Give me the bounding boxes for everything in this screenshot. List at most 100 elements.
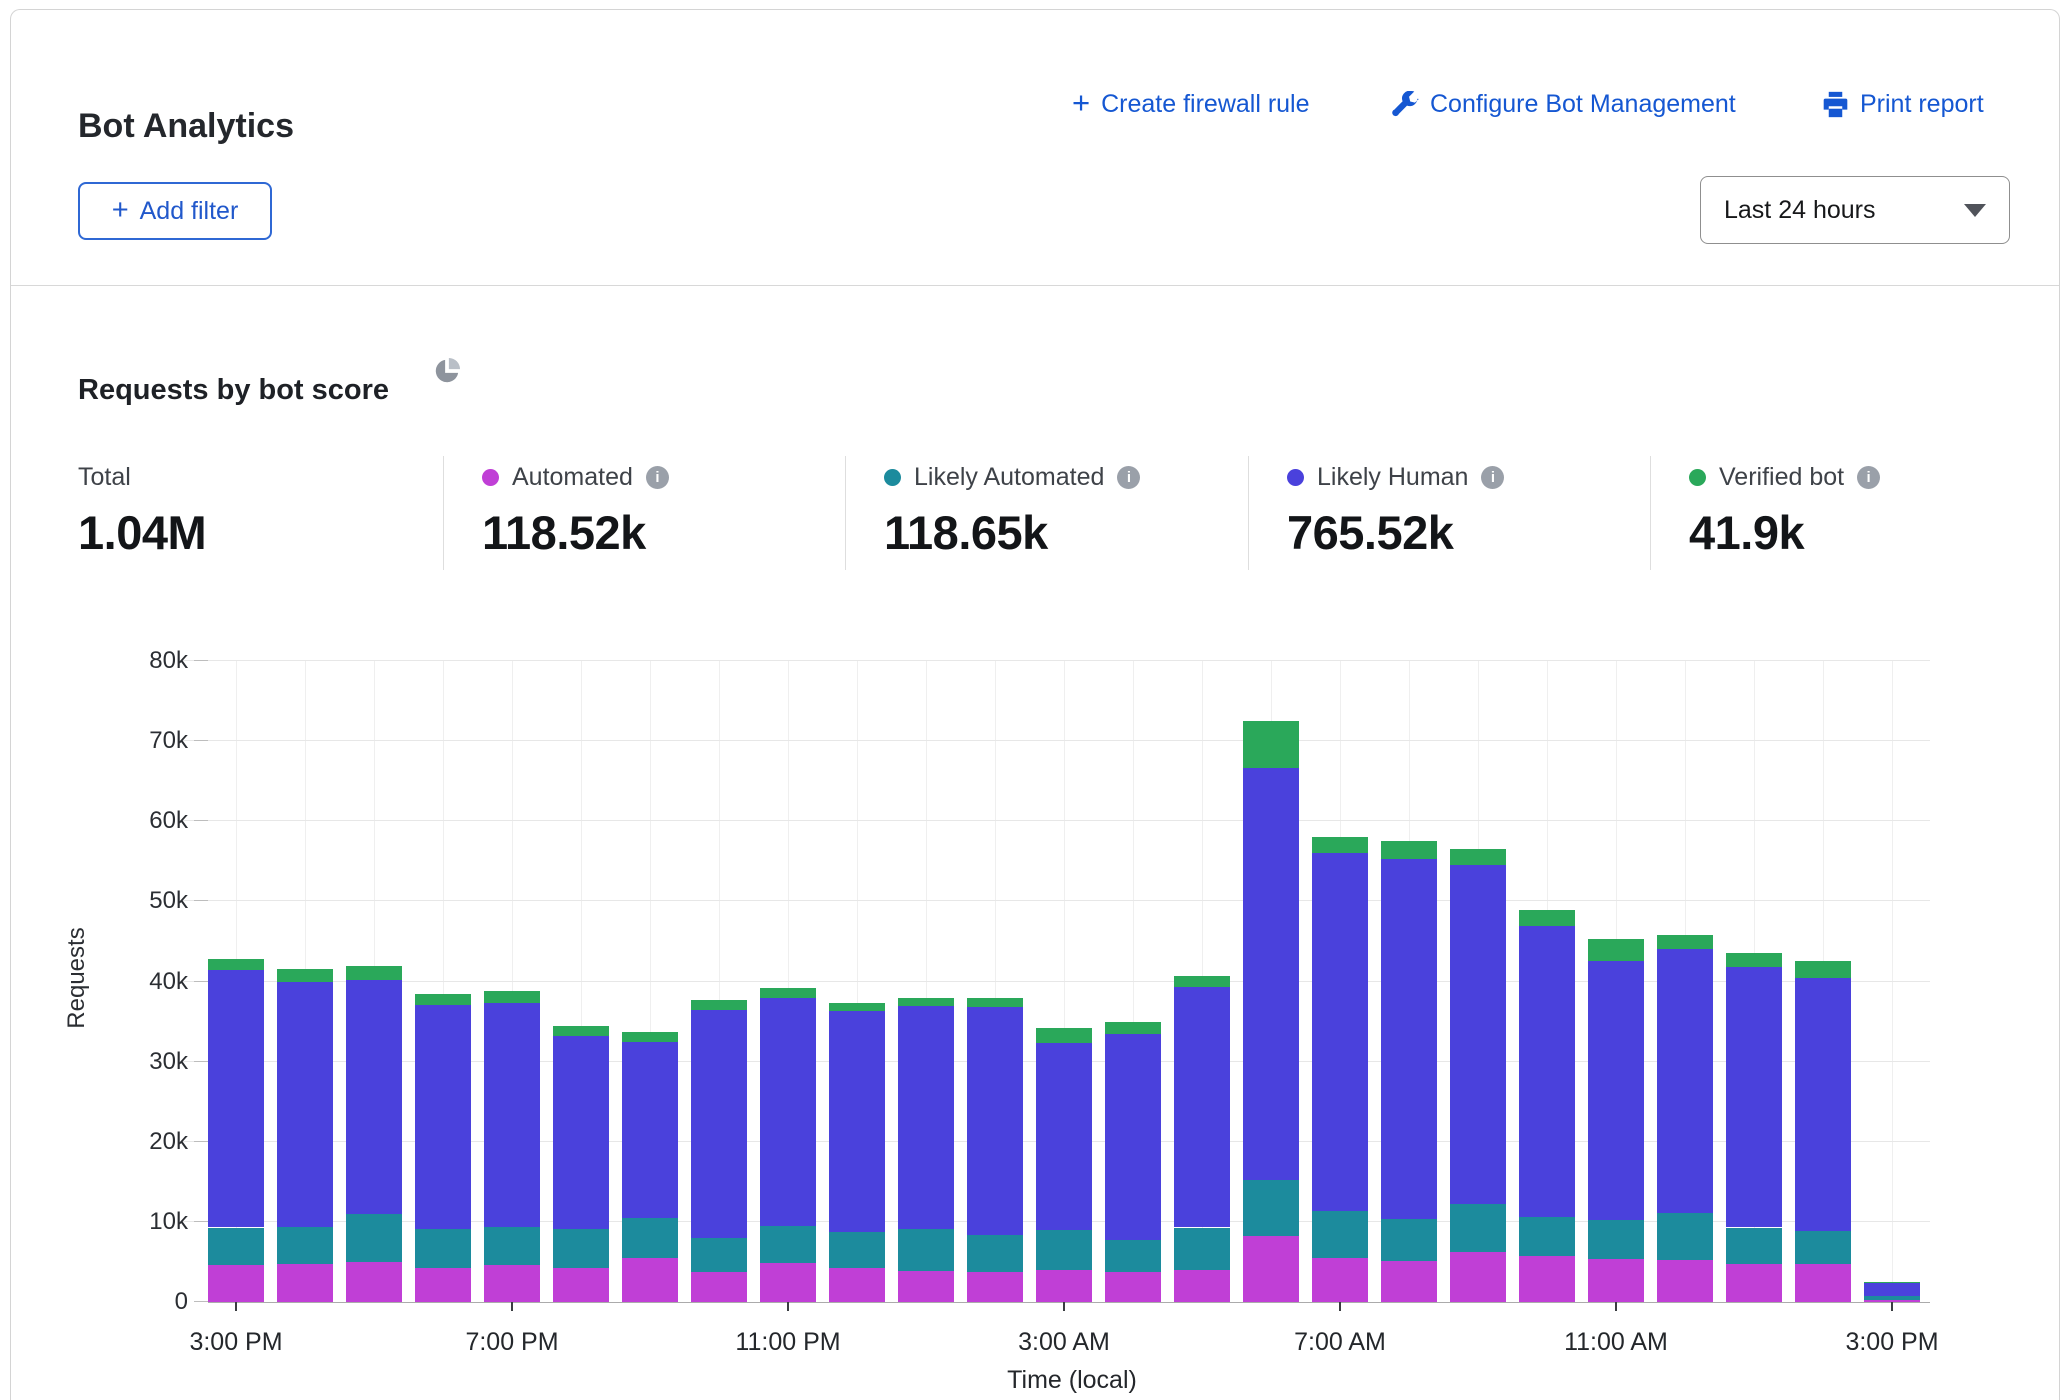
bar-segment-verified-bot[interactable] — [1657, 935, 1713, 949]
bar-segment-verified-bot[interactable] — [277, 969, 333, 981]
bar-segment-verified-bot[interactable] — [622, 1032, 678, 1042]
print-report-link[interactable]: Print report — [1822, 86, 1984, 122]
bar-segment-likely-automated[interactable] — [208, 1228, 264, 1266]
bar-segment-verified-bot[interactable] — [208, 959, 264, 970]
bar-segment-verified-bot[interactable] — [1795, 961, 1851, 977]
bar-segment-automated[interactable] — [1243, 1236, 1299, 1303]
bar-segment-verified-bot[interactable] — [829, 1003, 885, 1011]
bar-segment-automated[interactable] — [1381, 1261, 1437, 1302]
bar-segment-likely-automated[interactable] — [760, 1226, 816, 1263]
bar-segment-likely-automated[interactable] — [1864, 1296, 1920, 1300]
bar-segment-likely-automated[interactable] — [1657, 1213, 1713, 1260]
bar-segment-likely-human[interactable] — [208, 970, 264, 1227]
bar-segment-automated[interactable] — [1657, 1260, 1713, 1302]
bar-segment-likely-automated[interactable] — [1795, 1231, 1851, 1265]
bar-segment-automated[interactable] — [415, 1268, 471, 1302]
bar-segment-automated[interactable] — [1036, 1270, 1092, 1302]
bar-segment-likely-human[interactable] — [829, 1011, 885, 1231]
bar-segment-likely-automated[interactable] — [1312, 1211, 1368, 1258]
bar-segment-likely-human[interactable] — [346, 980, 402, 1214]
bar-segment-verified-bot[interactable] — [1312, 837, 1368, 852]
info-icon[interactable]: i — [646, 466, 669, 489]
bar-segment-likely-human[interactable] — [1726, 967, 1782, 1227]
bar-segment-verified-bot[interactable] — [553, 1026, 609, 1036]
bar-segment-likely-automated[interactable] — [484, 1227, 540, 1265]
bar-segment-automated[interactable] — [1795, 1264, 1851, 1302]
bar-segment-likely-automated[interactable] — [898, 1229, 954, 1271]
bar-segment-automated[interactable] — [484, 1265, 540, 1302]
bar-segment-automated[interactable] — [277, 1264, 333, 1302]
bar-segment-verified-bot[interactable] — [1174, 976, 1230, 987]
bar-segment-verified-bot[interactable] — [1726, 953, 1782, 967]
bar-segment-likely-automated[interactable] — [829, 1232, 885, 1268]
bar-segment-likely-automated[interactable] — [1726, 1228, 1782, 1264]
bar-segment-likely-human[interactable] — [1657, 949, 1713, 1213]
bar-segment-automated[interactable] — [553, 1268, 609, 1302]
bar-segment-likely-automated[interactable] — [346, 1214, 402, 1262]
create-firewall-rule-link[interactable]: + Create firewall rule — [1072, 86, 1310, 122]
configure-bot-management-link[interactable]: Configure Bot Management — [1392, 86, 1736, 122]
bar-segment-likely-human[interactable] — [691, 1010, 747, 1238]
bar-segment-likely-automated[interactable] — [553, 1229, 609, 1267]
bar-segment-likely-human[interactable] — [1105, 1034, 1161, 1240]
bar-segment-likely-automated[interactable] — [1243, 1180, 1299, 1235]
bar-segment-automated[interactable] — [1726, 1264, 1782, 1302]
bar-segment-likely-human[interactable] — [484, 1003, 540, 1227]
bar-segment-likely-human[interactable] — [1588, 961, 1644, 1220]
bar-segment-automated[interactable] — [208, 1265, 264, 1302]
bar-segment-likely-human[interactable] — [1864, 1283, 1920, 1296]
bar-segment-likely-human[interactable] — [1312, 853, 1368, 1211]
bar-segment-likely-human[interactable] — [1174, 987, 1230, 1227]
time-range-select[interactable]: Last 24 hours — [1700, 176, 2010, 244]
bar-segment-automated[interactable] — [1105, 1272, 1161, 1302]
bar-segment-likely-automated[interactable] — [1519, 1217, 1575, 1256]
bar-segment-verified-bot[interactable] — [1519, 910, 1575, 926]
bar-segment-automated[interactable] — [622, 1258, 678, 1302]
bar-segment-likely-automated[interactable] — [1174, 1228, 1230, 1270]
bar-segment-verified-bot[interactable] — [1381, 841, 1437, 859]
bar-segment-likely-human[interactable] — [622, 1042, 678, 1217]
bar-segment-verified-bot[interactable] — [1036, 1028, 1092, 1043]
bar-segment-likely-human[interactable] — [1381, 859, 1437, 1219]
bar-segment-likely-automated[interactable] — [1588, 1220, 1644, 1259]
bar-segment-automated[interactable] — [346, 1262, 402, 1302]
bar-segment-verified-bot[interactable] — [1588, 939, 1644, 961]
bar-segment-likely-human[interactable] — [1036, 1043, 1092, 1230]
info-icon[interactable]: i — [1857, 466, 1880, 489]
bar-segment-verified-bot[interactable] — [1864, 1282, 1920, 1283]
bar-segment-automated[interactable] — [1174, 1270, 1230, 1302]
bar-segment-likely-automated[interactable] — [1450, 1204, 1506, 1251]
bar-segment-likely-human[interactable] — [760, 998, 816, 1226]
bar-segment-likely-automated[interactable] — [691, 1238, 747, 1272]
bar-segment-verified-bot[interactable] — [484, 991, 540, 1003]
bar-segment-likely-human[interactable] — [1519, 926, 1575, 1217]
bar-segment-likely-automated[interactable] — [622, 1218, 678, 1258]
bar-segment-verified-bot[interactable] — [898, 998, 954, 1007]
bar-segment-automated[interactable] — [1519, 1256, 1575, 1302]
bar-segment-automated[interactable] — [691, 1272, 747, 1302]
bar-segment-verified-bot[interactable] — [346, 966, 402, 980]
bar-segment-likely-automated[interactable] — [1105, 1240, 1161, 1271]
bar-segment-verified-bot[interactable] — [1243, 721, 1299, 768]
bar-segment-likely-human[interactable] — [553, 1036, 609, 1229]
bar-segment-automated[interactable] — [1588, 1259, 1644, 1302]
bar-segment-automated[interactable] — [898, 1271, 954, 1302]
bar-segment-verified-bot[interactable] — [415, 994, 471, 1005]
bar-segment-likely-automated[interactable] — [967, 1235, 1023, 1272]
info-icon[interactable]: i — [1481, 466, 1504, 489]
bar-segment-likely-human[interactable] — [1795, 978, 1851, 1231]
bar-segment-likely-human[interactable] — [415, 1005, 471, 1229]
bar-segment-automated[interactable] — [760, 1263, 816, 1302]
bar-segment-automated[interactable] — [967, 1272, 1023, 1302]
bar-segment-likely-automated[interactable] — [277, 1227, 333, 1264]
bar-segment-likely-human[interactable] — [277, 982, 333, 1227]
bar-segment-automated[interactable] — [1450, 1252, 1506, 1302]
bar-segment-likely-human[interactable] — [967, 1007, 1023, 1235]
bar-segment-likely-human[interactable] — [1243, 768, 1299, 1180]
add-filter-button[interactable]: + Add filter — [78, 182, 272, 240]
bar-segment-likely-human[interactable] — [1450, 865, 1506, 1205]
bar-segment-verified-bot[interactable] — [760, 988, 816, 998]
bar-segment-likely-automated[interactable] — [415, 1229, 471, 1267]
bar-segment-automated[interactable] — [1312, 1258, 1368, 1302]
bar-segment-verified-bot[interactable] — [1105, 1022, 1161, 1034]
